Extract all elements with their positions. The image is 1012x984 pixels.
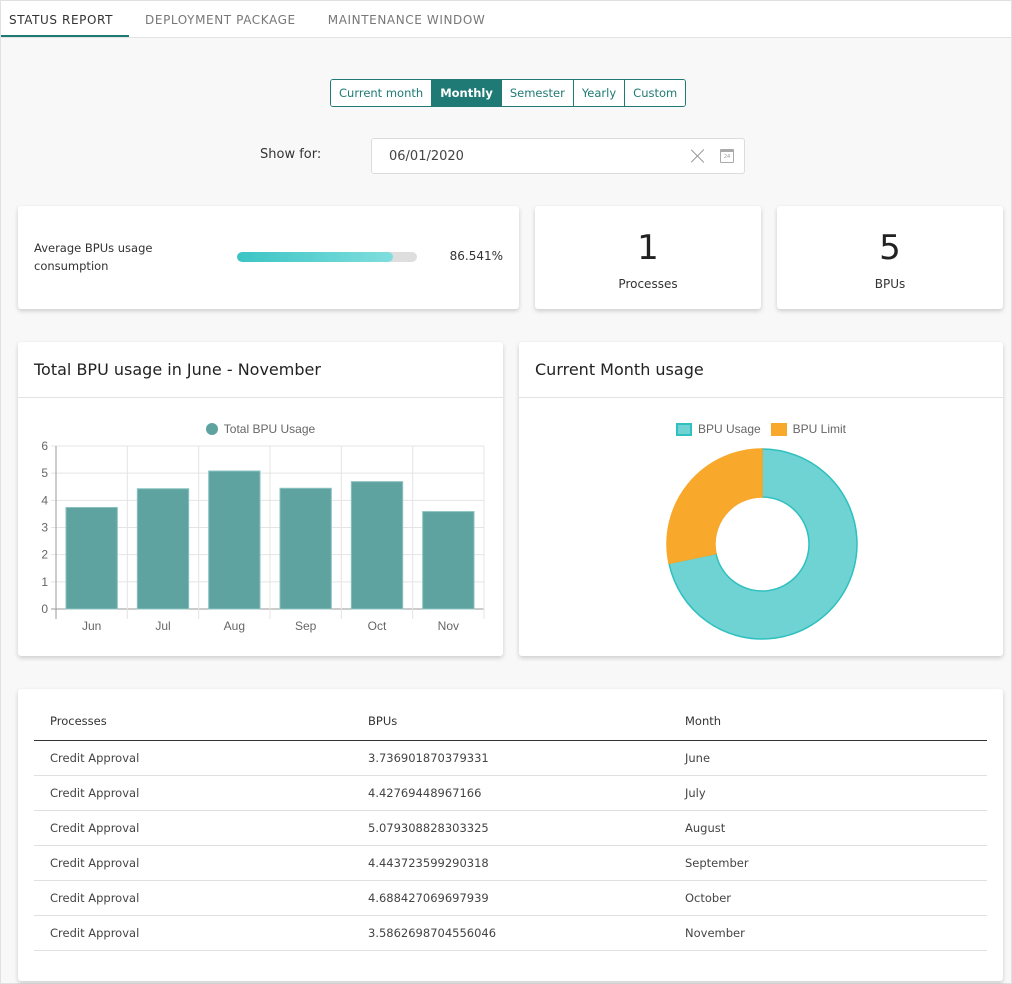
tab-deployment-package[interactable]: DEPLOYMENT PACKAGE (129, 13, 312, 37)
process-cell: Credit Approval (34, 880, 352, 916)
x-tick-label: Jul (155, 619, 170, 633)
avg-usage-progress-fill (237, 252, 393, 262)
donut-slice-limit (666, 448, 763, 565)
close-icon[interactable] (688, 146, 708, 166)
process-cell: Credit Approval (34, 845, 352, 881)
period-selector: Current month Monthly Semester Yearly Cu… (330, 79, 687, 107)
y-tick-label: 6 (41, 439, 48, 453)
y-tick-label: 1 (41, 575, 48, 589)
legend-limit-swatch-icon[interactable] (770, 422, 787, 436)
legend-label-bpu-usage[interactable]: BPU Usage (698, 422, 761, 436)
table-row: Credit Approval 3.5862698704556046 Novembe… (34, 915, 987, 951)
bar (208, 470, 261, 610)
usage-table: Processes BPUs Month Credit Approval 3.73… (34, 703, 987, 951)
bar (279, 487, 332, 610)
tab-maintenance-window[interactable]: MAINTENANCE WINDOW (312, 13, 502, 37)
bar-chart-panel: Total BPU usage in June - November Total… (18, 342, 503, 656)
table-row: Credit Approval 4.42769448967166 July (34, 775, 987, 811)
month-cell: July (669, 775, 987, 811)
period-current-month-button[interactable]: Current month (331, 80, 432, 106)
avg-usage-progress-bar (237, 252, 417, 262)
y-tick-label: 0 (41, 602, 48, 616)
bpus-cell: 5.079308828303325 (352, 810, 669, 846)
month-cell: August (669, 810, 987, 846)
header-processes[interactable]: Processes (34, 703, 352, 741)
legend-label-bpu-limit[interactable]: BPU Limit (793, 422, 846, 436)
month-cell: June (669, 740, 987, 776)
x-tick-label: Nov (438, 619, 459, 633)
table-row: Credit Approval 3.736901870379331 June (34, 740, 987, 776)
period-monthly-button[interactable]: Monthly (431, 80, 501, 106)
bpus-cell: 3.736901870379331 (352, 740, 669, 776)
x-tick-label: Aug (224, 619, 245, 633)
x-tick-label: Sep (295, 619, 317, 633)
bar (350, 481, 404, 610)
processes-card: 1 Processes (535, 206, 761, 309)
donut-chart-legend: BPU Usage BPU Limit (519, 422, 1003, 436)
header-month[interactable]: Month (669, 703, 987, 741)
date-input[interactable] (372, 148, 688, 164)
y-tick-label: 5 (41, 466, 48, 480)
bar (65, 506, 118, 610)
processes-label: Processes (618, 277, 678, 291)
bpus-cell: 3.5862698704556046 (352, 915, 669, 951)
legend-usage-swatch-icon[interactable] (675, 422, 692, 436)
period-custom-button[interactable]: Custom (624, 80, 686, 106)
table-row: Credit Approval 4.688427069697939 October (34, 880, 987, 916)
bar-chart: 0 1 2 3 4 5 6 Jun Jul Aug Sep Oct Nov (41, 439, 485, 633)
month-cell: October (669, 880, 987, 916)
bar-chart-title: Total BPU usage in June - November (18, 342, 503, 398)
bpus-cell: 4.42769448967166 (352, 775, 669, 811)
donut-chart (666, 448, 858, 640)
donut-chart-title: Current Month usage (519, 342, 1003, 398)
bpus-cell: 4.443723599290318 (352, 845, 669, 881)
bar (422, 511, 475, 610)
tab-status-report[interactable]: STATUS REPORT (1, 13, 130, 37)
date-picker: 24 (371, 138, 745, 174)
month-cell: September (669, 845, 987, 881)
donut-chart-panel: Current Month usage BPU Usage BPU Limit (519, 342, 1003, 656)
table-row: Credit Approval 4.443723599290318 Septembe… (34, 845, 987, 881)
bar (136, 488, 190, 610)
bpus-card: 5 BPUs (777, 206, 1003, 309)
bpus-cell: 4.688427069697939 (352, 880, 669, 916)
bar-chart-legend[interactable]: Total BPU Usage (18, 422, 503, 436)
process-cell: Credit Approval (34, 740, 352, 776)
tab-bar: STATUS REPORT DEPLOYMENT PACKAGE MAINTEN… (1, 1, 1011, 38)
calendar-icon[interactable]: 24 (720, 149, 734, 163)
show-for-label: Show for: (260, 147, 322, 162)
process-cell: Credit Approval (34, 810, 352, 846)
legend-label-total-bpu: Total BPU Usage (223, 422, 316, 436)
table-header-row: Processes BPUs Month (34, 703, 987, 741)
processes-count: 1 (637, 228, 659, 268)
process-cell: Credit Approval (34, 775, 352, 811)
bpus-count: 5 (879, 228, 901, 268)
bpus-label: BPUs (874, 277, 906, 291)
x-tick-label: Oct (368, 619, 387, 633)
y-tick-label: 2 (41, 548, 48, 562)
usage-table-card: Processes BPUs Month Credit Approval 3.73… (18, 689, 1003, 981)
period-yearly-button[interactable]: Yearly (572, 80, 625, 106)
process-cell: Credit Approval (34, 915, 352, 951)
y-tick-label: 3 (41, 521, 48, 535)
x-tick-label: Jun (82, 619, 101, 633)
y-tick-label: 4 (41, 493, 48, 507)
month-cell: November (669, 915, 987, 951)
table-row: Credit Approval 5.079308828303325 August (34, 810, 987, 846)
avg-usage-label: Average BPUs usage consumption (34, 241, 153, 273)
period-semester-button[interactable]: Semester (500, 80, 573, 106)
avg-usage-value: 86.541% (449, 249, 503, 263)
header-bpus[interactable]: BPUs (352, 703, 669, 741)
legend-dot-icon (205, 423, 218, 435)
avg-usage-card: Average BPUs usage consumption 86.541% (18, 206, 519, 309)
